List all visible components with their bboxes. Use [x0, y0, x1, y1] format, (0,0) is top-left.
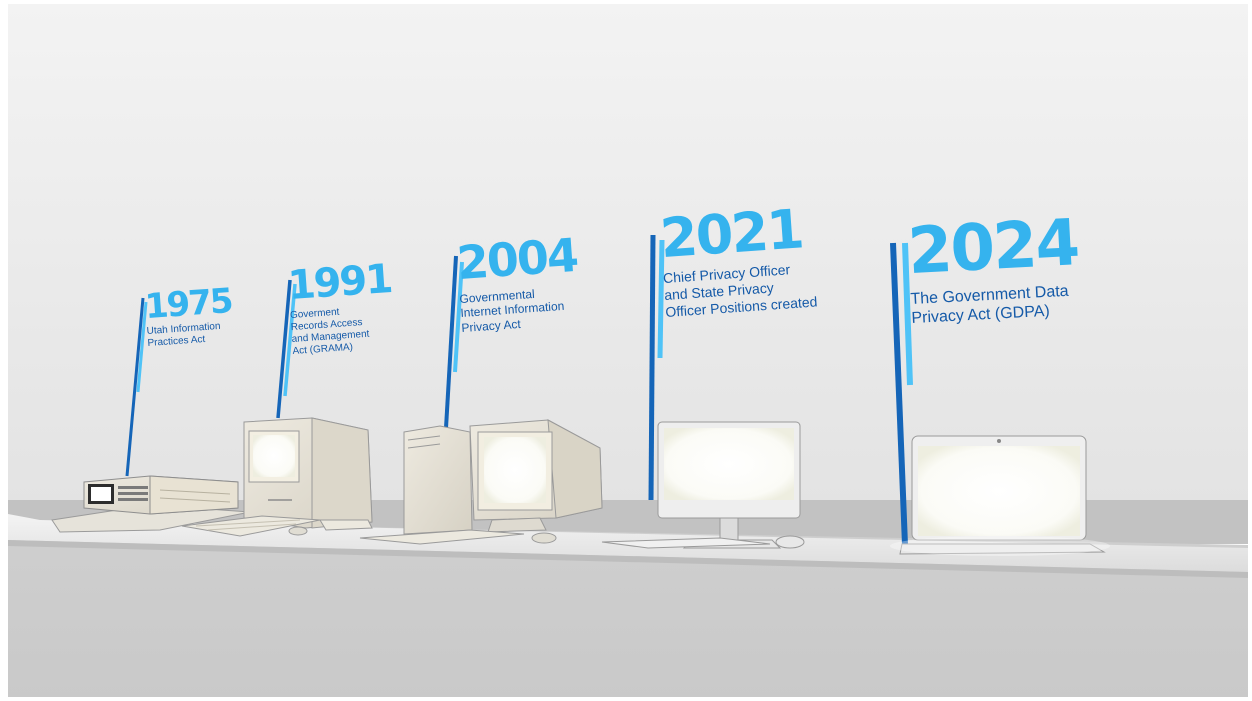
- milestone-year: 2004: [455, 227, 579, 291]
- milestone-year: 2024: [906, 206, 1080, 290]
- milestone-caption: Goverment Records Access and Management …: [289, 306, 370, 358]
- milestone-caption: Governmental Internet Information Privac…: [458, 286, 565, 335]
- milestone-2004: 2004 Governmental Internet Information P…: [455, 227, 581, 335]
- milestone-year: 2021: [658, 197, 805, 271]
- milestone-2024: 2024 The Government Data Privacy Act (GD…: [906, 206, 1082, 328]
- milestone-caption: Chief Privacy Officer and State Privacy …: [662, 261, 818, 320]
- laptop-icon: [890, 435, 1110, 556]
- milestone-2021: 2021 Chief Privacy Officer and State Pri…: [658, 197, 818, 321]
- milestone-1991: 1991 Goverment Records Access and Manage…: [286, 256, 396, 358]
- scene-illustration: [0, 0, 1252, 701]
- timeline-scene: 1975 Utah Information Practices Act 1991…: [0, 0, 1252, 701]
- milestone-year: 1991: [286, 256, 393, 310]
- milestone-year: 1975: [143, 281, 233, 328]
- milestone-1975: 1975 Utah Information Practices Act: [143, 281, 235, 350]
